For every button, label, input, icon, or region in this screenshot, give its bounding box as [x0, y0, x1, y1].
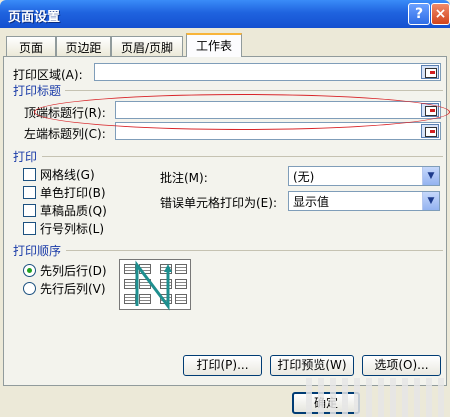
mono-label: 单色打印(B) — [40, 186, 106, 200]
print-button[interactable]: 打印(P)... — [183, 355, 262, 376]
divider — [42, 156, 443, 157]
gridlines-checkbox[interactable] — [23, 168, 36, 181]
chevron-down-icon: ▼ — [422, 167, 439, 185]
comments-label: 批注(M): — [160, 171, 208, 185]
print-titles-header: 打印标题 — [13, 84, 62, 98]
errors-label: 错误单元格打印为(E): — [160, 196, 277, 210]
chevron-down-icon: ▼ — [422, 192, 439, 210]
over-then-down-label: 先行后列(V) — [40, 282, 106, 296]
left-cols-collapse-icon[interactable] — [421, 124, 439, 138]
comments-value: (无) — [293, 170, 315, 184]
highlight-annotation — [34, 94, 450, 130]
errors-value: 显示值 — [293, 195, 330, 209]
down-then-over-label: 先列后行(D) — [40, 264, 107, 278]
mono-checkbox[interactable] — [23, 186, 36, 199]
tab-sheet[interactable]: 工作表 — [186, 33, 242, 57]
print-header: 打印 — [13, 150, 38, 164]
divider — [65, 90, 443, 91]
row-col-headers-label: 行号列标(L) — [40, 222, 105, 236]
draft-checkbox[interactable] — [23, 204, 36, 217]
options-button[interactable]: 选项(O)... — [362, 355, 441, 376]
errors-select[interactable]: 显示值 ▼ — [288, 191, 440, 211]
print-area-input[interactable] — [94, 63, 441, 81]
tab-margins[interactable]: 页边距 — [56, 36, 111, 56]
tab-header-footer[interactable]: 页眉/页脚 — [111, 36, 183, 56]
gridlines-label: 网格线(G) — [40, 168, 95, 182]
print-area-label: 打印区域(A): — [13, 68, 83, 82]
page-order-header: 打印顺序 — [13, 244, 62, 258]
tab-page[interactable]: 页面 — [6, 36, 56, 56]
print-area-collapse-icon[interactable] — [421, 65, 439, 79]
help-button[interactable]: ? — [408, 3, 430, 25]
watermark — [300, 378, 450, 417]
print-preview-button[interactable]: 打印预览(W) — [270, 355, 354, 376]
comments-select[interactable]: (无) ▼ — [288, 166, 440, 186]
order-arrow-icon — [135, 260, 172, 311]
left-cols-label: 左端标题列(C): — [24, 127, 106, 141]
close-button[interactable]: × — [431, 3, 450, 25]
over-then-down-radio[interactable] — [23, 282, 36, 295]
title-bar: 页面设置 ? × — [0, 0, 450, 28]
page-order-preview-icon — [119, 259, 191, 311]
window-title: 页面设置 — [8, 10, 61, 25]
divider — [66, 250, 443, 251]
draft-label: 草稿品质(Q) — [40, 204, 107, 218]
down-then-over-radio[interactable] — [23, 264, 36, 277]
row-col-headers-checkbox[interactable] — [23, 222, 36, 235]
